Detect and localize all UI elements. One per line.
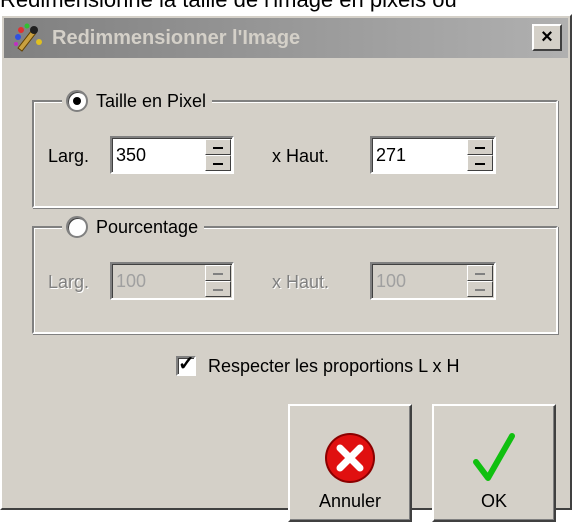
spin-down-button (205, 281, 231, 297)
spin-up-button (205, 265, 231, 281)
document-text-behind-dialog: Redimensionne la taille de l'image en pi… (0, 0, 572, 12)
resize-image-dialog: Redimmensionner l'Image × Taille en Pixe… (0, 14, 572, 522)
checkmark-icon (473, 433, 515, 481)
spin-down-button (467, 281, 493, 297)
ok-button[interactable]: OK (432, 404, 556, 522)
keep-proportions-checkbox[interactable]: ✓ (176, 353, 196, 376)
pixel-width-spinner[interactable] (205, 139, 231, 171)
close-button[interactable]: × (532, 24, 562, 51)
percent-height-input (376, 267, 456, 295)
percent-width-label: Larg. (48, 272, 90, 292)
pixel-height-field[interactable] (370, 136, 496, 174)
pixel-size-radio[interactable] (66, 90, 88, 112)
spin-up-button[interactable] (467, 139, 493, 155)
pixel-width-label: Larg. (48, 146, 90, 166)
percentage-radio[interactable] (66, 216, 88, 238)
percent-height-field (370, 262, 496, 300)
checkmark-glyph: ✓ (178, 353, 195, 375)
pixel-width-field[interactable] (110, 136, 234, 174)
percentage-option[interactable]: Pourcentage (62, 212, 205, 242)
pixel-height-input[interactable] (376, 141, 456, 169)
cancel-label: Annuler (318, 491, 382, 511)
keep-proportions-option[interactable]: ✓ Respecter les proportions L x H (176, 352, 459, 380)
close-icon: × (541, 26, 553, 48)
percent-width-input (116, 267, 196, 295)
pixel-size-option[interactable]: Taille en Pixel (62, 86, 213, 116)
spin-down-button[interactable] (205, 155, 231, 171)
percent-height-spinner (467, 265, 493, 297)
pixel-height-spinner[interactable] (467, 139, 493, 171)
percent-height-label: x Haut. (272, 272, 330, 292)
percentage-group: Pourcentage Larg. x Haut. (32, 212, 558, 334)
cancel-button[interactable]: Annuler (288, 404, 412, 522)
keep-proportions-label: Respecter les proportions L x H (208, 355, 460, 376)
paint-palette-icon (14, 23, 42, 52)
percent-width-field (110, 262, 234, 300)
pixel-width-input[interactable] (116, 141, 196, 169)
spin-down-button[interactable] (467, 155, 493, 171)
spin-up-button (467, 265, 493, 281)
pixel-size-group: Taille en Pixel Larg. x Haut. (32, 86, 558, 208)
percentage-label: Pourcentage (96, 216, 199, 237)
window-title: Redimmensionner l'Image (52, 27, 301, 49)
cancel-x-icon (325, 433, 375, 483)
spin-up-button[interactable] (205, 139, 231, 155)
ok-label: OK (480, 491, 507, 511)
title-bar[interactable]: Redimmensionner l'Image × (4, 18, 568, 58)
pixel-size-label: Taille en Pixel (96, 90, 207, 111)
pixel-height-label: x Haut. (272, 146, 330, 166)
percent-width-spinner (205, 265, 231, 297)
